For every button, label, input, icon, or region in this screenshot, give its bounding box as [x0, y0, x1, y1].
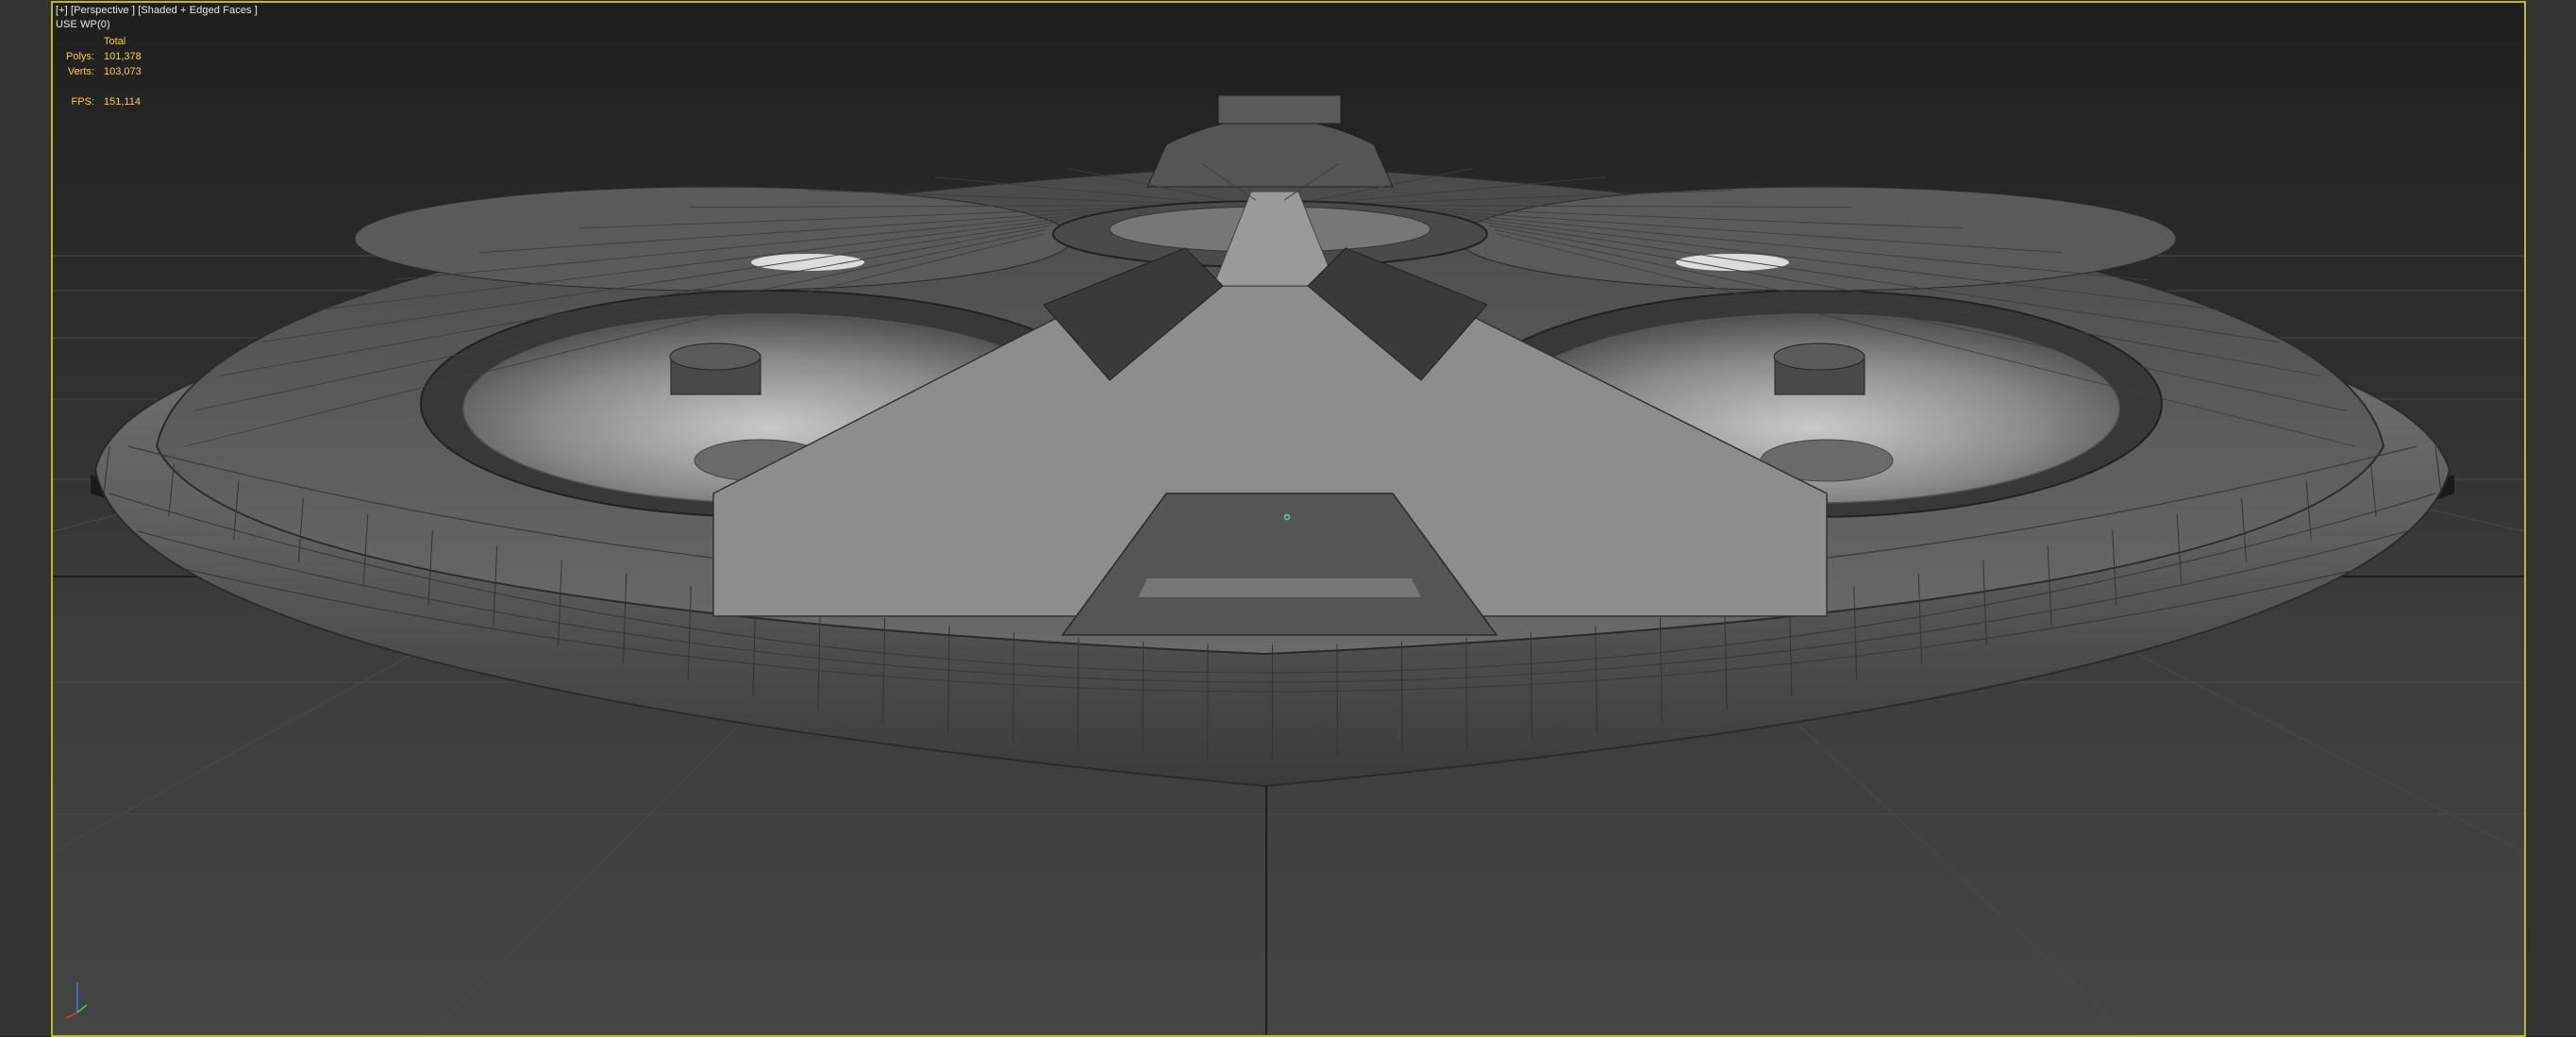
scene-render[interactable] — [53, 3, 2524, 1035]
workplane-label: USE WP(0) — [56, 19, 110, 30]
axis-tripod-icon — [59, 975, 96, 1022]
viewport-shading-menu[interactable]: [Shaded + Edged Faces ] — [138, 5, 258, 16]
verts-value: 103,073 — [104, 64, 142, 79]
polys-value: 101,378 — [104, 49, 142, 64]
right-toolbar-strip — [2524, 0, 2576, 1035]
viewport-label: [+] [Perspective ] [Shaded + Edged Faces… — [56, 5, 258, 16]
viewport-menu-plus[interactable]: [+] — [56, 5, 68, 16]
stats-header: Total — [104, 34, 125, 49]
left-toolbar-strip — [0, 0, 51, 1035]
perspective-viewport[interactable]: [+] [Perspective ] [Shaded + Edged Faces… — [51, 1, 2526, 1037]
polys-label: Polys: — [60, 49, 94, 64]
fps-label: FPS: — [60, 94, 94, 109]
verts-label: Verts: — [60, 64, 94, 79]
viewport-view-menu[interactable]: [Perspective ] — [71, 5, 135, 16]
fps-value: 151,114 — [104, 94, 141, 109]
